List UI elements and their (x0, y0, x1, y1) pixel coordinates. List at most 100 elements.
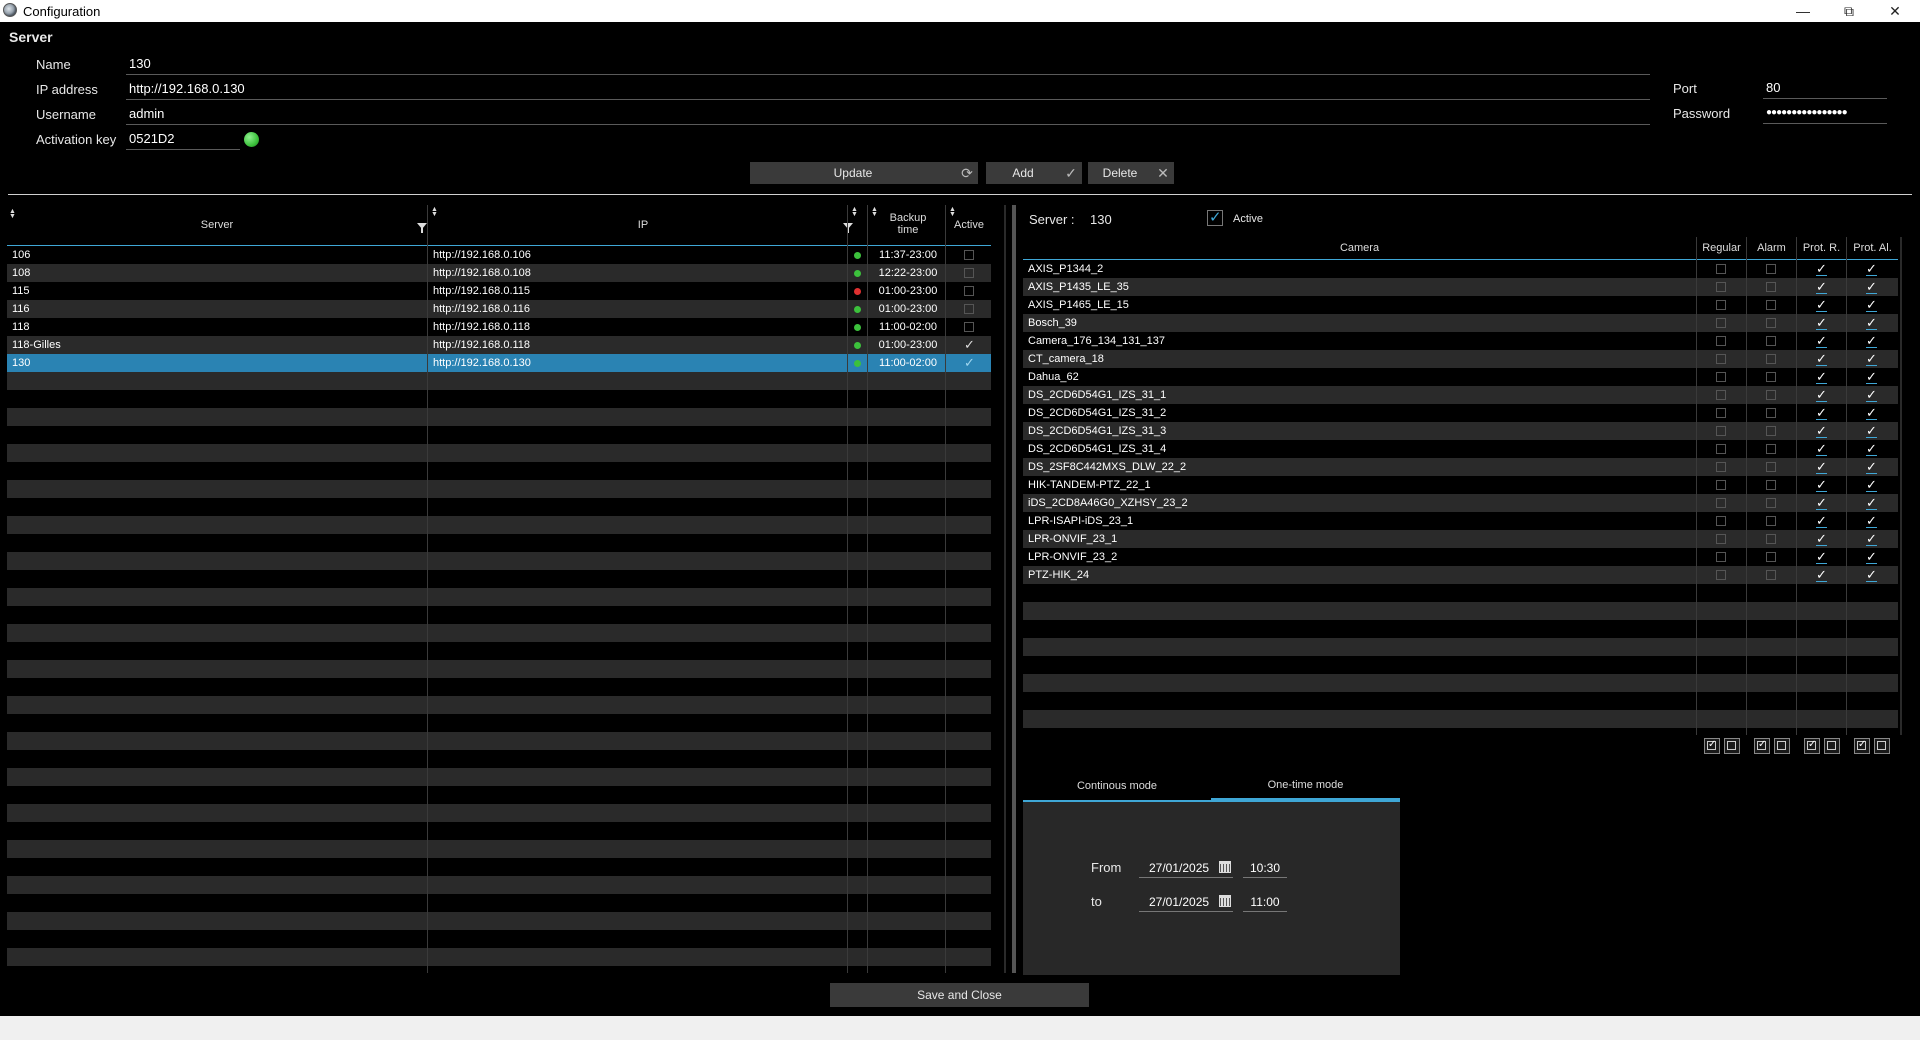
active-checkbox[interactable] (964, 304, 974, 314)
camera-row[interactable]: DS_2CD6D54G1_IZS_31_1 ✓ ✓ (1023, 386, 1898, 404)
alarm-checkbox[interactable] (1766, 336, 1776, 346)
prot-al-checkbox[interactable]: ✓ (1866, 334, 1877, 348)
camera-row[interactable]: HIK-TANDEM-PTZ_22_1 ✓ ✓ (1023, 476, 1898, 494)
camera-row[interactable]: Bosch_39 ✓ ✓ (1023, 314, 1898, 332)
alarm-checkbox[interactable] (1766, 354, 1776, 364)
alarm-checkbox[interactable] (1766, 498, 1776, 508)
active-checkbox[interactable]: ✓ (964, 356, 975, 369)
prot-r-checkbox[interactable]: ✓ (1816, 442, 1827, 456)
tab-one-time-mode[interactable]: One-time mode (1211, 772, 1400, 802)
restore-icon[interactable]: ⧉ (1826, 0, 1872, 22)
column-header-prot-r[interactable]: Prot. R. (1797, 237, 1846, 259)
prot-r-checkbox[interactable]: ✓ (1816, 478, 1827, 492)
prot-r-checkbox[interactable]: ✓ (1816, 532, 1827, 546)
alarm-checkbox[interactable] (1766, 444, 1776, 454)
prot-r-checkbox[interactable]: ✓ (1816, 370, 1827, 384)
table-row[interactable]: 106 http://192.168.0.106 11:37-23:00 (7, 246, 991, 264)
prot-al-checkbox[interactable]: ✓ (1866, 532, 1877, 546)
calendar-icon[interactable] (1219, 861, 1231, 873)
regular-checkbox[interactable] (1716, 354, 1726, 364)
prot-al-checkbox[interactable]: ✓ (1866, 568, 1877, 582)
prot-al-checkbox[interactable]: ✓ (1866, 298, 1877, 312)
password-field[interactable]: ●●●●●●●●●●●●●●●● (1763, 104, 1887, 124)
regular-checkbox[interactable] (1716, 390, 1726, 400)
update-button[interactable]: Update ⟳ (750, 162, 978, 184)
check-all-prot-r-button[interactable]: ✓ (1804, 738, 1820, 754)
table-row[interactable]: 130 http://192.168.0.130 11:00-02:00 ✓ (7, 354, 991, 372)
camera-row[interactable]: DS_2CD6D54G1_IZS_31_3 ✓ ✓ (1023, 422, 1898, 440)
column-header-regular[interactable]: Regular (1697, 237, 1746, 259)
add-button[interactable]: Add ✓ (986, 162, 1082, 184)
regular-checkbox[interactable] (1716, 534, 1726, 544)
activation-field[interactable]: 0521D2 (126, 130, 240, 150)
camera-row[interactable]: CT_camera_18 ✓ ✓ (1023, 350, 1898, 368)
camera-row[interactable]: Dahua_62 ✓ ✓ (1023, 368, 1898, 386)
ip-field[interactable]: http://192.168.0.130 (126, 80, 1650, 100)
camera-row[interactable]: AXIS_P1465_LE_15 ✓ ✓ (1023, 296, 1898, 314)
regular-checkbox[interactable] (1716, 300, 1726, 310)
prot-al-checkbox[interactable]: ✓ (1866, 460, 1877, 474)
prot-al-checkbox[interactable]: ✓ (1866, 550, 1877, 564)
prot-al-checkbox[interactable]: ✓ (1866, 478, 1877, 492)
regular-checkbox[interactable] (1716, 372, 1726, 382)
prot-r-checkbox[interactable]: ✓ (1816, 280, 1827, 294)
to-time-field[interactable]: 11:00 (1243, 894, 1287, 912)
prot-al-checkbox[interactable]: ✓ (1866, 496, 1877, 510)
column-header-prot-al[interactable]: Prot. Al. (1847, 237, 1898, 259)
alarm-checkbox[interactable] (1766, 534, 1776, 544)
from-time-field[interactable]: 10:30 (1243, 860, 1287, 878)
alarm-checkbox[interactable] (1766, 480, 1776, 490)
alarm-checkbox[interactable] (1766, 426, 1776, 436)
active-checkbox[interactable]: ✓ (964, 338, 975, 351)
table-row[interactable]: 108 http://192.168.0.108 12:22-23:00 (7, 264, 991, 282)
regular-checkbox[interactable] (1716, 426, 1726, 436)
active-checkbox[interactable] (964, 250, 974, 260)
prot-r-checkbox[interactable]: ✓ (1816, 406, 1827, 420)
filter-icon[interactable] (417, 223, 427, 233)
regular-checkbox[interactable] (1716, 480, 1726, 490)
camera-row[interactable]: LPR-ONVIF_23_1 ✓ ✓ (1023, 530, 1898, 548)
prot-r-checkbox[interactable]: ✓ (1816, 388, 1827, 402)
uncheck-all-prot-al-button[interactable] (1874, 738, 1890, 754)
camera-row[interactable]: PTZ-HIK_24 ✓ ✓ (1023, 566, 1898, 584)
active-checkbox[interactable]: ✓ (1207, 209, 1223, 226)
regular-checkbox[interactable] (1716, 264, 1726, 274)
uncheck-all-alarm-button[interactable] (1774, 738, 1790, 754)
regular-checkbox[interactable] (1716, 336, 1726, 346)
uncheck-all-regular-button[interactable] (1724, 738, 1740, 754)
camera-row[interactable]: DS_2CD6D54G1_IZS_31_4 ✓ ✓ (1023, 440, 1898, 458)
save-and-close-button[interactable]: Save and Close (830, 983, 1089, 1007)
prot-al-checkbox[interactable]: ✓ (1866, 280, 1877, 294)
alarm-checkbox[interactable] (1766, 372, 1776, 382)
alarm-checkbox[interactable] (1766, 300, 1776, 310)
regular-checkbox[interactable] (1716, 318, 1726, 328)
table-row[interactable]: 116 http://192.168.0.116 01:00-23:00 (7, 300, 991, 318)
camera-row[interactable]: AXIS_P1344_2 ✓ ✓ (1023, 260, 1898, 278)
regular-checkbox[interactable] (1716, 516, 1726, 526)
prot-al-checkbox[interactable]: ✓ (1866, 406, 1877, 420)
prot-r-checkbox[interactable]: ✓ (1816, 298, 1827, 312)
prot-r-checkbox[interactable]: ✓ (1816, 550, 1827, 564)
active-checkbox[interactable] (964, 322, 974, 332)
regular-checkbox[interactable] (1716, 498, 1726, 508)
name-field[interactable]: 130 (126, 55, 1650, 75)
regular-checkbox[interactable] (1716, 570, 1726, 580)
to-date-field[interactable]: 27/01/2025 (1139, 894, 1233, 912)
regular-checkbox[interactable] (1716, 444, 1726, 454)
sort-arrows-icon[interactable]: ▲ ▼ (851, 206, 858, 218)
prot-r-checkbox[interactable]: ✓ (1816, 496, 1827, 510)
alarm-checkbox[interactable] (1766, 282, 1776, 292)
camera-row[interactable]: DS_2CD6D54G1_IZS_31_2 ✓ ✓ (1023, 404, 1898, 422)
prot-r-checkbox[interactable]: ✓ (1816, 352, 1827, 366)
prot-r-checkbox[interactable]: ✓ (1816, 514, 1827, 528)
column-header-camera[interactable]: Camera (1023, 237, 1696, 259)
check-all-prot-al-button[interactable]: ✓ (1854, 738, 1870, 754)
prot-r-checkbox[interactable]: ✓ (1816, 316, 1827, 330)
prot-al-checkbox[interactable]: ✓ (1866, 370, 1877, 384)
panel-splitter[interactable] (1012, 205, 1016, 973)
camera-row[interactable]: LPR-ISAPI-iDS_23_1 ✓ ✓ (1023, 512, 1898, 530)
active-checkbox[interactable] (964, 268, 974, 278)
regular-checkbox[interactable] (1716, 462, 1726, 472)
alarm-checkbox[interactable] (1766, 318, 1776, 328)
regular-checkbox[interactable] (1716, 408, 1726, 418)
